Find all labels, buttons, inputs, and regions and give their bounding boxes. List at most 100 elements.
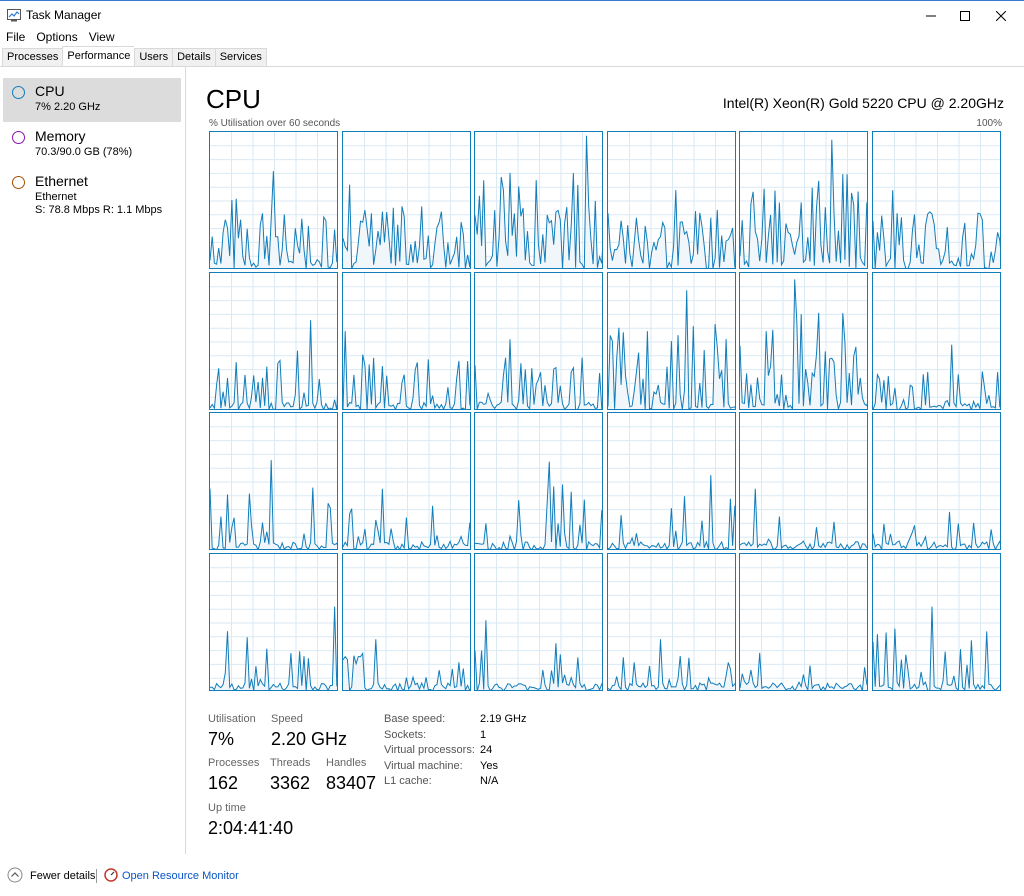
- core-graph: [872, 131, 1001, 269]
- core-graph-plot: [210, 132, 337, 268]
- resource-sidebar: CPU 7% 2.20 GHz Memory 70.3/90.0 GB (78%…: [0, 67, 186, 854]
- tab-processes[interactable]: Processes: [2, 48, 63, 67]
- core-graph: [341, 271, 471, 410]
- core-graph-plot: [607, 413, 735, 550]
- sockets-label: Sockets:: [384, 729, 427, 741]
- ethernet-status-icon: [12, 176, 25, 189]
- core-graph-plot: [873, 132, 1000, 268]
- core-graph-plot: [607, 132, 735, 268]
- l1-cache-label: L1 cache:: [384, 775, 432, 787]
- fewer-details-link[interactable]: Fewer details: [30, 870, 95, 882]
- core-graph-plot: [873, 272, 1000, 409]
- footer-divider: [96, 869, 97, 883]
- core-graph: [474, 131, 604, 269]
- sidebar-item-memory-detail: 70.3/90.0 GB (78%): [35, 146, 133, 158]
- sidebar-item-cpu-detail: 7% 2.20 GHz: [35, 101, 101, 113]
- resource-monitor-icon: [104, 868, 118, 882]
- processes-value: 162: [208, 773, 239, 793]
- close-icon: [996, 10, 1006, 21]
- close-button[interactable]: [978, 1, 1024, 30]
- graph-axis-max: 100%: [976, 118, 1002, 129]
- core-graph: [739, 271, 869, 410]
- core-graph: [606, 271, 736, 410]
- minimize-icon: [926, 15, 936, 16]
- core-graph-plot: [475, 132, 603, 268]
- core-graph-plot: [210, 553, 337, 690]
- tab-users[interactable]: Users: [134, 48, 173, 67]
- core-graph: [209, 552, 338, 691]
- core-graph: [209, 412, 338, 551]
- sidebar-item-ethernet-throughput: S: 78.8 Mbps R: 1.1 Mbps: [35, 204, 163, 216]
- core-graph-plot: [475, 413, 603, 550]
- sidebar-item-memory-label: Memory: [35, 128, 86, 144]
- menu-options[interactable]: Options: [30, 28, 82, 46]
- menu-bar: File Options View: [0, 28, 120, 46]
- chevron-up-icon[interactable]: [7, 867, 23, 883]
- core-graph-plot: [607, 553, 735, 690]
- core-graph-plot: [342, 272, 470, 409]
- sockets-value: 1: [480, 729, 487, 741]
- page-title: CPU: [206, 84, 261, 114]
- core-graph: [341, 412, 471, 551]
- footer-bar: Fewer details Open Resource Monitor: [0, 866, 1024, 888]
- cpu-model-name: Intel(R) Xeon(R) Gold 5220 CPU @ 2.20GHz: [722, 95, 1004, 111]
- core-graph: [341, 131, 471, 269]
- core-graph-plot: [740, 272, 868, 409]
- handles-value: 83407: [326, 773, 377, 793]
- core-graph: [474, 271, 604, 410]
- core-graph-plot: [210, 413, 337, 550]
- core-graph: [474, 552, 604, 691]
- core-graph-plot: [210, 272, 337, 409]
- sidebar-item-ethernet[interactable]: Ethernet Ethernet S: 78.8 Mbps R: 1.1 Mb…: [3, 168, 181, 220]
- sidebar-item-memory[interactable]: Memory 70.3/90.0 GB (78%): [3, 123, 181, 167]
- menu-file[interactable]: File: [0, 28, 30, 46]
- core-graph: [739, 131, 869, 269]
- core-graph-plot: [475, 272, 603, 409]
- virtual-machine-label: Virtual machine:: [384, 760, 463, 772]
- core-graph: [872, 552, 1001, 691]
- l1-cache-value: N/A: [480, 775, 499, 787]
- core-graph: [209, 271, 338, 410]
- core-graph-plot: [607, 272, 735, 409]
- tab-strip: Processes Performance Users Details Serv…: [2, 46, 267, 67]
- core-graph-plot: [873, 553, 1000, 690]
- speed-label: Speed: [271, 713, 303, 725]
- speed-value: 2.20 GHz: [271, 729, 348, 749]
- base-speed-label: Base speed:: [384, 713, 446, 725]
- virtual-processors-label: Virtual processors:: [384, 744, 475, 756]
- core-graph: [341, 552, 471, 691]
- sidebar-item-cpu-label: CPU: [35, 83, 65, 99]
- cpu-status-icon: [12, 86, 25, 99]
- uptime-label: Up time: [208, 802, 246, 814]
- tab-details[interactable]: Details: [172, 48, 215, 67]
- core-graph-plot: [740, 413, 868, 550]
- core-graph: [209, 131, 338, 269]
- core-graph: [474, 412, 604, 551]
- virtual-processors-value: 24: [480, 744, 493, 756]
- virtual-machine-value: Yes: [480, 760, 498, 772]
- core-graph-plot: [873, 413, 1000, 550]
- core-graph-plot: [740, 553, 868, 690]
- tab-performance[interactable]: Performance: [62, 46, 135, 66]
- tab-services[interactable]: Services: [214, 48, 267, 67]
- core-graph: [606, 552, 736, 691]
- core-graph: [872, 412, 1001, 551]
- utilisation-value: 7%: [208, 729, 235, 749]
- core-graph: [739, 412, 869, 551]
- open-resource-monitor-link[interactable]: Open Resource Monitor: [122, 870, 239, 882]
- core-graph: [606, 131, 736, 269]
- handles-label: Handles: [326, 757, 367, 769]
- menu-view[interactable]: View: [83, 28, 120, 46]
- utilisation-label: Utilisation: [208, 713, 256, 725]
- core-graph-plot: [740, 132, 868, 268]
- maximize-icon: [960, 10, 970, 21]
- sidebar-item-ethernet-adapter: Ethernet: [35, 191, 77, 203]
- sidebar-item-ethernet-label: Ethernet: [35, 173, 88, 189]
- threads-label: Threads: [270, 757, 311, 769]
- sidebar-item-cpu[interactable]: CPU 7% 2.20 GHz: [3, 78, 181, 122]
- core-graph: [606, 412, 736, 551]
- title-bar[interactable]: Task Manager: [0, 0, 1024, 30]
- task-manager-icon: [7, 9, 21, 22]
- base-speed-value: 2.19 GHz: [480, 713, 527, 725]
- core-graph-plot: [475, 553, 603, 690]
